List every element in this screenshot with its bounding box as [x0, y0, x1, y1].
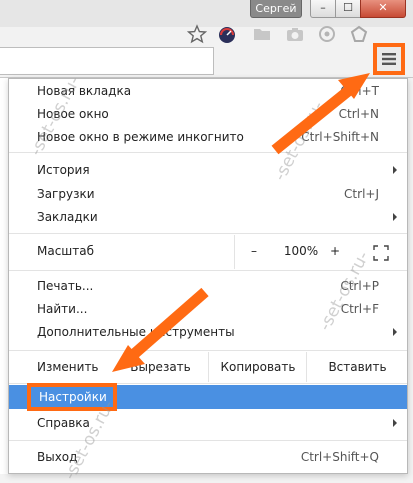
menu-item-shortcut: Ctrl+T [340, 84, 379, 98]
extension-icon[interactable] [317, 25, 337, 43]
maximize-button[interactable]: ☐ [335, 0, 361, 18]
zoom-level-value: 100% [283, 244, 319, 258]
menu-divider [9, 350, 407, 351]
menu-item-shortcut: Ctrl+F [340, 302, 379, 316]
menu-item-more-tools[interactable]: Дополнительные инструменты [9, 321, 407, 343]
menu-item-label: Дополнительные инструменты [37, 325, 235, 339]
edit-label: Изменить [37, 360, 99, 374]
menu-item-label: Закладки [37, 210, 98, 224]
menu-item-label: История [37, 163, 90, 177]
menu-item-shortcut: Ctrl+Shift+N [301, 130, 379, 144]
close-button[interactable]: ✕ [360, 0, 406, 18]
zoom-row: Масштаб – 100% + [9, 235, 407, 269]
extension-icon[interactable] [349, 25, 369, 43]
profile-button[interactable]: Сергей [250, 0, 302, 18]
menu-item-find[interactable]: Найти... Ctrl+F [9, 298, 407, 320]
chrome-dropdown-menu: Новая вкладка Ctrl+T Новое окно Ctrl+N Н… [8, 78, 408, 474]
menu-divider [9, 440, 407, 441]
menu-item-bookmarks[interactable]: Закладки [9, 206, 407, 228]
menu-item-label: Печать... [37, 279, 94, 293]
menu-item-incognito-window[interactable]: Новое окно в режиме инкогнито Ctrl+Shift… [9, 126, 407, 148]
menu-item-new-tab[interactable]: Новая вкладка Ctrl+T [9, 80, 407, 102]
menu-item-help[interactable]: Справка [9, 412, 407, 434]
submenu-arrow-icon [393, 166, 397, 174]
address-bar[interactable] [0, 47, 214, 75]
menu-item-label: Новая вкладка [37, 84, 132, 98]
menu-item-label: Настройки [39, 390, 107, 404]
menu-divider [9, 270, 407, 271]
menu-item-label: Новое окно в режиме инкогнито [37, 130, 244, 144]
fullscreen-icon[interactable] [373, 245, 389, 261]
menu-item-exit[interactable]: Выход Ctrl+Shift+Q [9, 446, 407, 468]
submenu-arrow-icon [393, 419, 397, 427]
zoom-out-button[interactable]: – [251, 244, 257, 258]
folder-icon[interactable] [252, 25, 272, 43]
paste-button[interactable]: Вставить [306, 352, 408, 382]
menu-item-label: Выход [37, 450, 78, 464]
chrome-menu-button[interactable] [373, 43, 405, 75]
menu-item-label: Справка [37, 416, 90, 430]
menu-item-settings[interactable]: Настройки [9, 383, 407, 411]
speedometer-icon[interactable] [217, 25, 237, 43]
submenu-arrow-icon [393, 328, 397, 336]
menu-item-shortcut: Ctrl+P [340, 279, 379, 293]
menu-item-label: Новое окно [37, 107, 109, 121]
menu-divider [9, 152, 407, 153]
camera-icon[interactable] [285, 25, 305, 43]
cut-button[interactable]: Вырезать [113, 352, 208, 382]
menu-item-downloads[interactable]: Загрузки Ctrl+J [9, 183, 407, 205]
settings-highlight-box: Настройки [27, 383, 117, 411]
star-icon[interactable] [187, 24, 207, 44]
window-title-bar: Сергей – ☐ ✕ [0, 0, 413, 27]
zoom-controls: – 100% + [234, 235, 408, 269]
submenu-arrow-icon [393, 213, 397, 221]
zoom-label: Масштаб [37, 244, 95, 258]
zoom-in-button[interactable]: + [330, 244, 340, 258]
minimize-button[interactable]: – [310, 0, 336, 18]
menu-item-shortcut: Ctrl+N [338, 107, 379, 121]
menu-item-history[interactable]: История [9, 159, 407, 181]
menu-icon [382, 53, 396, 65]
edit-row: Изменить Вырезать Копировать Вставить [9, 352, 407, 382]
menu-item-print[interactable]: Печать... Ctrl+P [9, 275, 407, 297]
menu-item-label: Найти... [37, 302, 88, 316]
menu-divider [9, 233, 407, 234]
menu-item-shortcut: Ctrl+Shift+Q [300, 450, 379, 464]
menu-item-new-window[interactable]: Новое окно Ctrl+N [9, 103, 407, 125]
page-content-edge [0, 78, 8, 474]
copy-button[interactable]: Копировать [208, 352, 307, 382]
menu-item-shortcut: Ctrl+J [344, 187, 379, 201]
menu-item-label: Загрузки [37, 187, 95, 201]
